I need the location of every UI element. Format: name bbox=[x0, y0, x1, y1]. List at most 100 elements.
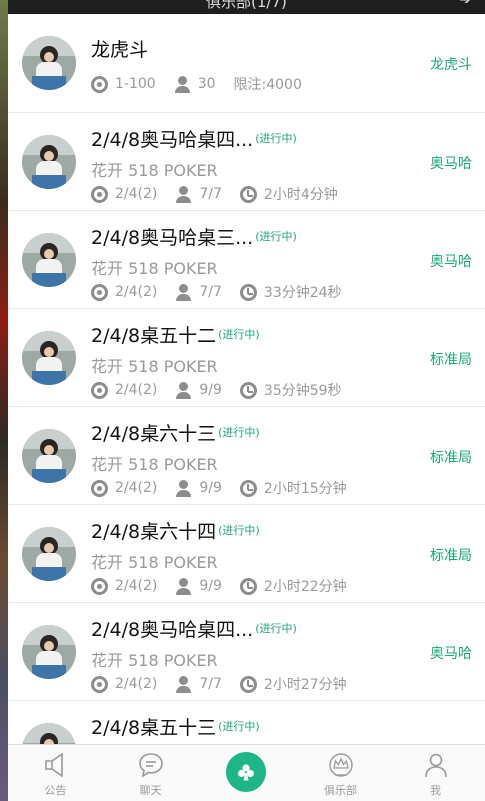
tab-announcements[interactable]: 公告 bbox=[8, 745, 103, 801]
tab-label: 聊天 bbox=[139, 784, 162, 797]
room-meta: 2/4(2) 9/9 2小时22分钟 bbox=[91, 576, 365, 596]
players-text: 9/9 bbox=[199, 578, 222, 594]
tab-games[interactable] bbox=[198, 745, 293, 801]
avatar bbox=[22, 331, 76, 385]
room-title: 2/4/8奥马哈桌三... (进行中) bbox=[91, 227, 297, 249]
chip-icon bbox=[91, 283, 108, 301]
crown-icon bbox=[329, 753, 353, 777]
clock-icon bbox=[239, 283, 257, 301]
clock-icon bbox=[239, 185, 257, 203]
room-row[interactable]: 2/4/8奥马哈桌四... (进行中) 花开 518 POKER 2/4(2) 7… bbox=[8, 603, 485, 701]
players-text: 7/7 bbox=[199, 186, 222, 202]
duration-text: 33分钟24秒 bbox=[263, 285, 342, 301]
blinds-text: 2/4(2) bbox=[115, 186, 158, 202]
room-title: 龙虎斗 bbox=[91, 39, 149, 61]
room-row[interactable]: 龙虎斗 1-100 30 限注:4000 龙虎斗 bbox=[8, 14, 485, 113]
blinds-text: 2/4(2) bbox=[115, 284, 158, 300]
status-badge: (进行中) bbox=[255, 132, 297, 145]
chip-icon bbox=[91, 381, 108, 399]
room-row[interactable]: 2/4/8奥马哈桌四... (进行中) 花开 518 POKER 2/4(2) 7… bbox=[8, 113, 485, 211]
avatar bbox=[22, 429, 76, 483]
duration-text: 2小时22分钟 bbox=[263, 579, 347, 595]
room-subtitle: 花开 518 POKER bbox=[91, 357, 218, 376]
top-bar: 俱乐部(1/7) ➔ bbox=[8, 0, 485, 14]
tab-chat[interactable]: 聊天 bbox=[103, 745, 198, 801]
person-icon bbox=[175, 283, 192, 301]
person-icon bbox=[425, 753, 447, 778]
duration-text: 2小时27分钟 bbox=[263, 677, 347, 693]
room-row[interactable]: 2/4/8奥马哈桌三... (进行中) 花开 518 POKER 2/4(2) 7… bbox=[8, 211, 485, 309]
status-badge: (进行中) bbox=[218, 328, 260, 341]
app-screen: 俱乐部(1/7) ➔ 龙虎斗 1-100 30 限注:4000 龙虎斗 2/4/… bbox=[8, 0, 485, 801]
room-row[interactable]: 2/4/8桌六十三 (进行中) 花开 518 POKER 2/4(2) 9/9 2… bbox=[8, 407, 485, 505]
bottom-tab-bar: 公告 聊天 俱乐部 我 bbox=[8, 744, 485, 801]
room-row[interactable]: 2/4/8桌五十三(进行中) 标准局 bbox=[8, 701, 485, 744]
clock-icon bbox=[239, 479, 257, 497]
game-type-label: 标准局 bbox=[430, 548, 472, 564]
person-icon bbox=[175, 381, 192, 399]
avatar bbox=[22, 135, 76, 189]
room-title: 2/4/8桌六十四 (进行中) bbox=[91, 521, 260, 543]
game-type-label: 奥马哈 bbox=[430, 156, 472, 172]
person-icon bbox=[174, 75, 191, 93]
game-type-label: 标准局 bbox=[430, 352, 472, 368]
game-type-label: 奥马哈 bbox=[430, 646, 472, 662]
room-subtitle: 花开 518 POKER bbox=[91, 259, 218, 278]
club-card-icon bbox=[238, 764, 254, 781]
clock-icon bbox=[239, 381, 257, 399]
page-title: 俱乐部(1/7) bbox=[206, 0, 287, 11]
chip-icon bbox=[91, 675, 108, 693]
avatar bbox=[22, 36, 76, 90]
chat-icon bbox=[139, 753, 163, 778]
tab-label: 我 bbox=[430, 784, 441, 797]
avatar bbox=[22, 625, 76, 679]
room-title: 2/4/8桌五十二 (进行中) bbox=[91, 325, 260, 347]
room-row[interactable]: 2/4/8桌六十四 (进行中) 花开 518 POKER 2/4(2) 9/9 2… bbox=[8, 505, 485, 603]
blinds-text: 1-100 bbox=[115, 76, 156, 92]
avatar bbox=[22, 527, 76, 581]
blinds-text: 2/4(2) bbox=[115, 480, 158, 496]
room-subtitle: 花开 518 POKER bbox=[91, 161, 218, 180]
room-title: 2/4/8奥马哈桌四... (进行中) bbox=[91, 619, 297, 641]
chip-icon bbox=[91, 479, 108, 497]
clock-icon bbox=[239, 577, 257, 595]
room-title: 2/4/8桌五十三 (进行中) bbox=[91, 717, 260, 739]
room-title: 2/4/8桌六十三 (进行中) bbox=[91, 423, 260, 445]
blinds-text: 2/4(2) bbox=[115, 382, 158, 398]
status-badge: (进行中) bbox=[255, 622, 297, 635]
status-badge: (进行中) bbox=[218, 426, 260, 439]
room-row[interactable]: 2/4/8桌五十二 (进行中) 花开 518 POKER 2/4(2) 9/9 3… bbox=[8, 309, 485, 407]
games-fab[interactable] bbox=[226, 752, 266, 792]
room-meta: 2/4(2) 7/7 2小时4分钟 bbox=[91, 184, 356, 204]
room-meta: 2/4(2) 9/9 2小时15分钟 bbox=[91, 478, 365, 498]
duration-text: 2小时15分钟 bbox=[263, 481, 347, 497]
chip-icon bbox=[91, 185, 108, 203]
tab-label: 俱乐部 bbox=[324, 784, 357, 797]
status-badge: (进行中) bbox=[255, 230, 297, 243]
chip-icon bbox=[91, 75, 108, 93]
avatar bbox=[22, 233, 76, 287]
game-type-label: 标准局 bbox=[430, 450, 472, 466]
clock-icon bbox=[239, 675, 257, 693]
players-text: 7/7 bbox=[199, 676, 222, 692]
room-subtitle: 花开 518 POKER bbox=[91, 651, 218, 670]
room-subtitle: 花开 518 POKER bbox=[91, 553, 218, 572]
game-type-label: 奥马哈 bbox=[430, 254, 472, 270]
blinds-text: 2/4(2) bbox=[115, 578, 158, 594]
tab-label: 公告 bbox=[44, 784, 67, 797]
room-meta: 2/4(2) 7/7 2小时27分钟 bbox=[91, 674, 365, 694]
game-type-label: 龙虎斗 bbox=[430, 57, 472, 73]
room-list[interactable]: 龙虎斗 1-100 30 限注:4000 龙虎斗 2/4/8奥马哈桌四... (进… bbox=[8, 14, 485, 744]
room-meta: 2/4(2) 7/7 33分钟24秒 bbox=[91, 282, 360, 302]
limit-text: 限注:4000 bbox=[233, 77, 302, 93]
person-icon bbox=[175, 479, 192, 497]
players-text: 30 bbox=[197, 76, 216, 92]
tab-me[interactable]: 我 bbox=[388, 745, 483, 801]
players-text: 9/9 bbox=[199, 382, 222, 398]
duration-text: 2小时4分钟 bbox=[263, 187, 338, 203]
tab-club[interactable]: 俱乐部 bbox=[293, 745, 388, 801]
players-text: 7/7 bbox=[199, 284, 222, 300]
back-arrow-icon[interactable]: ➔ bbox=[459, 0, 471, 8]
status-badge: (进行中) bbox=[218, 720, 260, 733]
person-icon bbox=[175, 675, 192, 693]
